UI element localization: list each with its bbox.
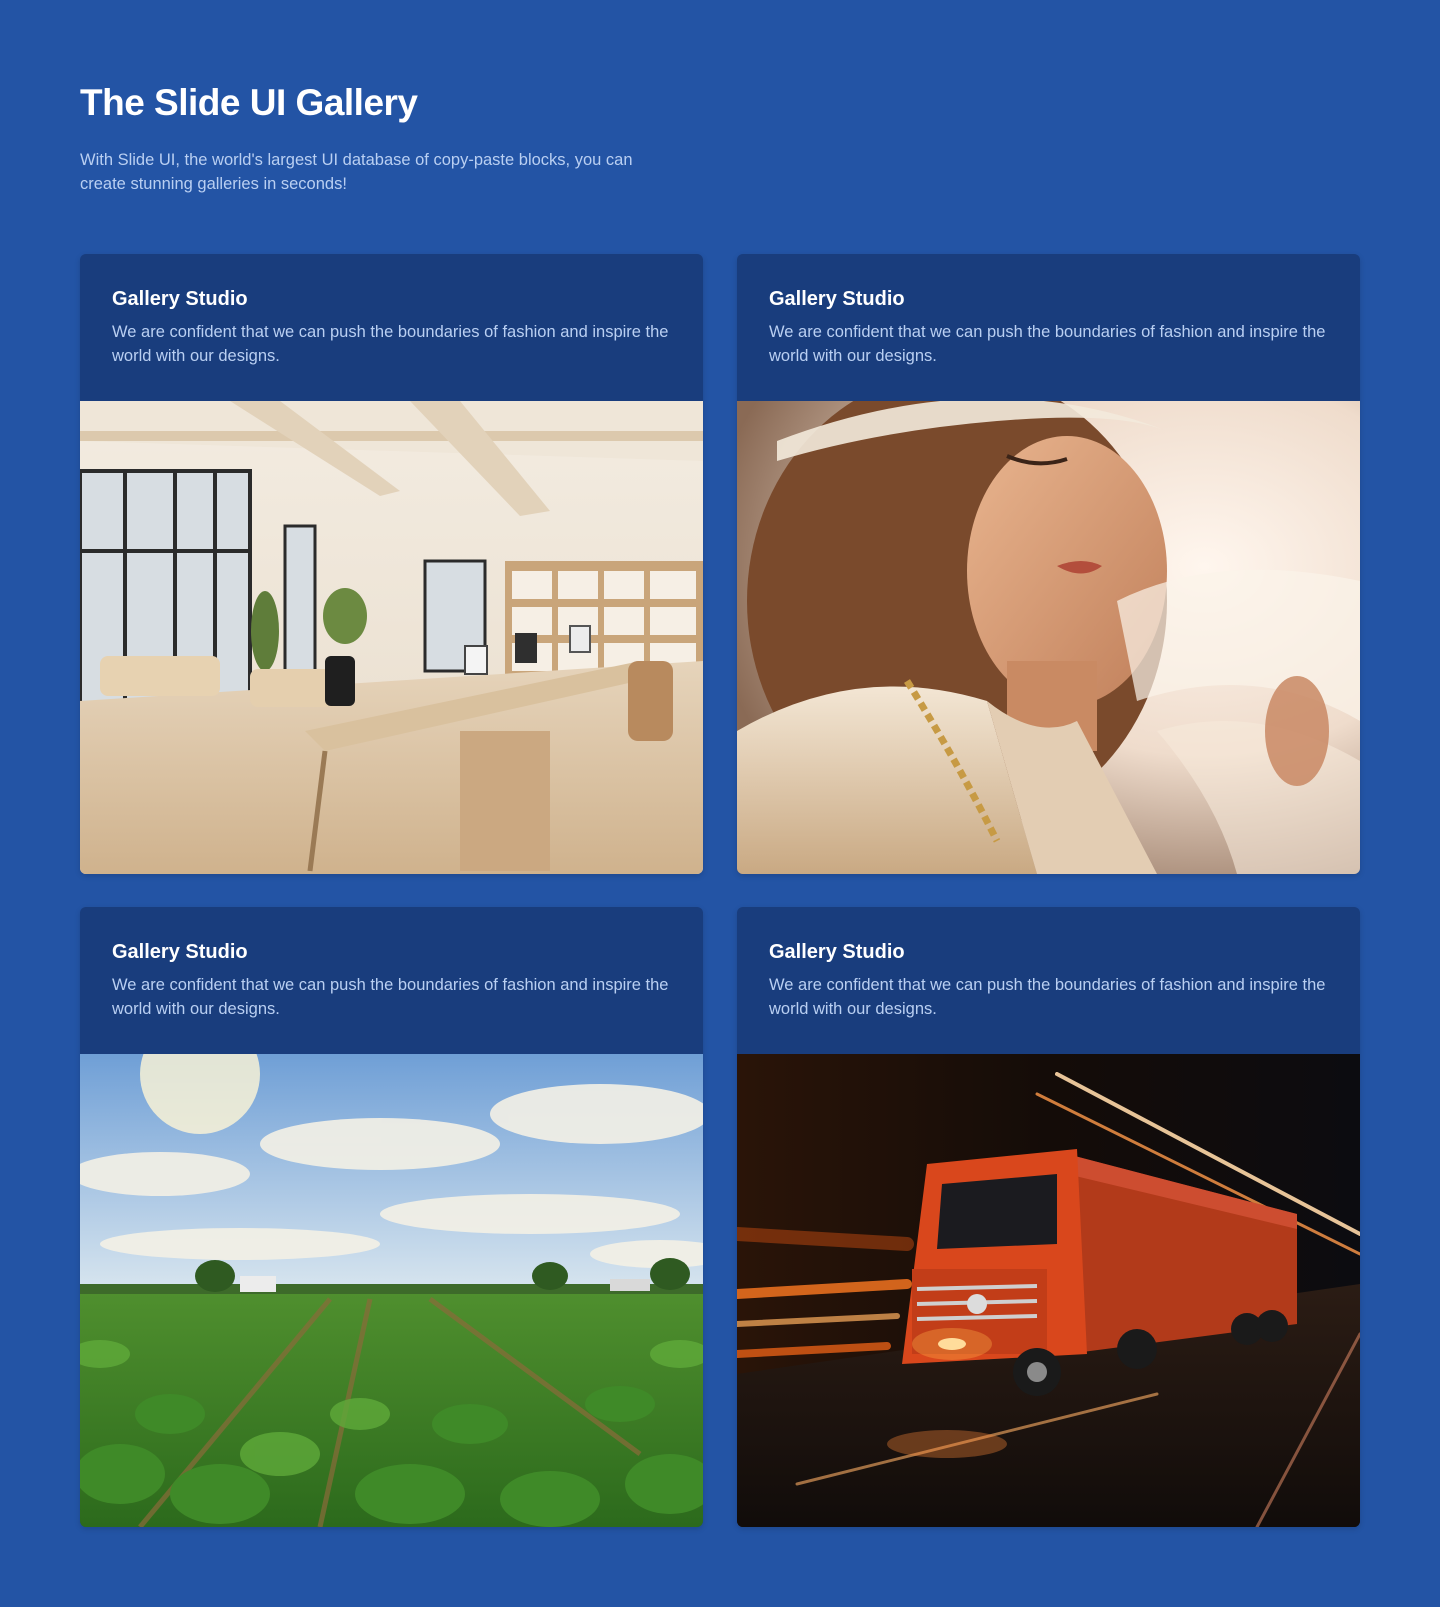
gallery-card[interactable]: Gallery Studio We are confident that we … — [737, 907, 1360, 1527]
page-title: The Slide UI Gallery — [80, 82, 418, 123]
crop-field-image[interactable] — [80, 1054, 703, 1527]
card-title: Gallery Studio — [112, 288, 248, 310]
gallery-grid: Gallery Studio We are confident that we … — [80, 254, 1360, 1527]
card-title: Gallery Studio — [769, 288, 905, 310]
card-header: Gallery Studio We are confident that we … — [737, 254, 1360, 401]
gallery-card[interactable]: Gallery Studio We are confident that we … — [80, 254, 703, 874]
card-description: We are confident that we can push the bo… — [769, 976, 1326, 1018]
truck-image[interactable] — [737, 1054, 1360, 1527]
card-description: We are confident that we can push the bo… — [769, 323, 1326, 365]
gallery-card[interactable]: Gallery Studio We are confident that we … — [737, 254, 1360, 874]
fashion-portrait-image[interactable] — [737, 401, 1360, 874]
office-interior-image[interactable] — [80, 401, 703, 874]
card-description: We are confident that we can push the bo… — [112, 323, 669, 365]
gallery-header: The Slide UI Gallery With Slide UI, the … — [80, 80, 640, 196]
card-header: Gallery Studio We are confident that we … — [80, 254, 703, 401]
card-header: Gallery Studio We are confident that we … — [80, 907, 703, 1054]
card-title: Gallery Studio — [769, 941, 905, 963]
gallery-card[interactable]: Gallery Studio We are confident that we … — [80, 907, 703, 1527]
card-description: We are confident that we can push the bo… — [112, 976, 669, 1018]
truck-illustration — [737, 1054, 1360, 1527]
page-subtitle: With Slide UI, the world's largest UI da… — [80, 151, 633, 193]
card-header: Gallery Studio We are confident that we … — [737, 907, 1360, 1054]
card-title: Gallery Studio — [112, 941, 248, 963]
office-interior-illustration — [80, 401, 703, 874]
fashion-portrait-illustration — [737, 401, 1360, 874]
crop-field-illustration — [80, 1054, 703, 1527]
